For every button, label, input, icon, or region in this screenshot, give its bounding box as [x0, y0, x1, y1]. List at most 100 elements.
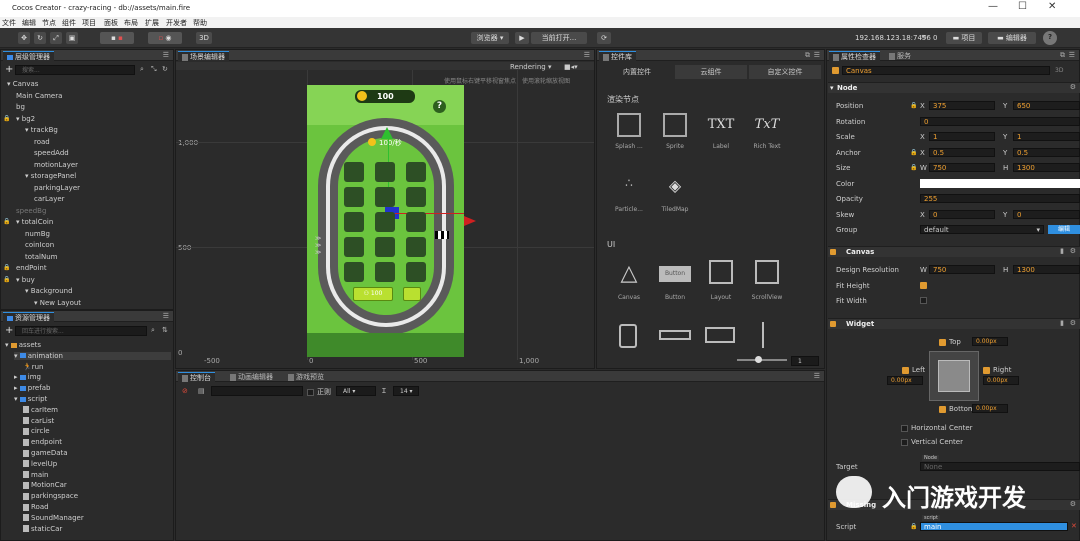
widget-enable-checkbox[interactable] [830, 321, 836, 327]
remove-script-icon[interactable]: ✕ [1071, 522, 1077, 530]
color-swatch[interactable] [920, 179, 1080, 188]
editor-button[interactable]: ▬ 编辑器 [988, 32, 1036, 44]
rotation-input[interactable]: 0 [920, 117, 1080, 126]
hierarchy-node[interactable]: ▾ storagePanel [25, 172, 76, 180]
widget-section-header[interactable]: Widget ▮ ⚙ [828, 318, 1080, 329]
asset-item[interactable]: carItem [23, 406, 58, 414]
top-checkbox[interactable] [939, 338, 946, 346]
design-h-input[interactable]: 1300 [1013, 265, 1080, 274]
garage-button[interactable] [403, 287, 421, 301]
scale-tool-icon[interactable]: ⤢ [50, 32, 62, 44]
pivot-toggle-icon[interactable]: ▪ ▪ [100, 32, 134, 44]
fit-height-checkbox[interactable] [920, 282, 927, 289]
lock-icon[interactable]: 🔒 [910, 523, 917, 530]
bottom-input[interactable]: 0.00px [972, 404, 1008, 413]
asset-item[interactable]: ▸ prefab [14, 384, 50, 392]
hierarchy-search-input[interactable]: 搜索... [15, 65, 135, 75]
tab-builtin[interactable]: 内置控件 [603, 65, 671, 79]
search-icon[interactable]: ⌕ [140, 65, 144, 74]
parking-slot[interactable] [344, 262, 364, 282]
maximize-button[interactable]: ☐ [1018, 1, 1027, 12]
hierarchy-node[interactable]: ▾ trackBg [25, 126, 58, 134]
play-icon[interactable]: ▶ [515, 32, 529, 44]
panel-max-icon[interactable]: ⧉ [1060, 51, 1065, 60]
hierarchy-node[interactable]: 🔒 ▾ bg2 [3, 115, 35, 123]
zoom-input[interactable]: 1 [791, 356, 819, 366]
asset-item[interactable]: endpoint [23, 438, 62, 446]
fit-width-checkbox[interactable] [920, 297, 927, 304]
panel-menu-icon[interactable]: ☰ [584, 51, 590, 59]
zoom-slider[interactable] [737, 359, 787, 361]
script-input[interactable]: main [920, 522, 1068, 531]
panel-menu-icon[interactable]: ☰ [814, 51, 820, 59]
console-tab[interactable]: 控制台 [178, 372, 215, 382]
font-size-select[interactable]: 14 ▾ [393, 386, 419, 396]
asset-item[interactable]: gameData [23, 449, 68, 457]
help-button[interactable]: ? [1043, 31, 1057, 45]
size-h-input[interactable]: 1300 [1013, 163, 1080, 172]
mode-3d-button[interactable]: 3D [196, 32, 212, 44]
left-toggle[interactable]: Left [902, 366, 925, 374]
vcenter-checkbox[interactable] [901, 438, 908, 446]
parking-slot[interactable] [375, 212, 395, 232]
x-axis-arrow-icon[interactable] [464, 216, 476, 226]
bottom-checkbox[interactable] [939, 405, 946, 413]
menu-item-layout[interactable]: 布局 [124, 18, 138, 28]
refresh-icon[interactable]: ↻ [162, 65, 168, 73]
lock-icon[interactable]: 🔒 [910, 149, 917, 156]
hierarchy-node[interactable]: 🔒 endPoint [3, 264, 47, 272]
buy-button[interactable]: ⚇ 100 [353, 287, 393, 301]
menu-item-component[interactable]: 组件 [62, 18, 76, 28]
panel-menu-icon[interactable]: ☰ [163, 51, 169, 59]
gear-icon[interactable]: ⚙ [1070, 319, 1076, 327]
group-select[interactable]: default ▾ [920, 225, 1044, 234]
book-icon[interactable]: ▮ [1060, 319, 1064, 327]
hierarchy-node[interactable]: 🔒 ▾ buy [3, 276, 35, 284]
position-y-input[interactable]: 650 [1013, 101, 1080, 110]
menu-item-help[interactable]: 帮助 [193, 18, 207, 28]
menu-item-panel[interactable]: 面板 [104, 18, 118, 28]
add-asset-icon[interactable]: + [5, 325, 13, 336]
hierarchy-node[interactable]: road [34, 138, 50, 146]
hierarchy-node[interactable]: bg [16, 103, 25, 111]
parking-slot[interactable] [406, 237, 426, 257]
asset-item[interactable]: levelUp [23, 460, 57, 468]
clear-console-icon[interactable]: ⊘ [182, 387, 188, 395]
anchor-y-input[interactable]: 0.5 [1013, 148, 1080, 157]
asset-item[interactable]: ▾ assets [5, 341, 41, 349]
canvas-section-header[interactable]: Canvas ▮ ⚙ [828, 246, 1080, 257]
lib-item-label[interactable]: TXT Label [699, 113, 743, 150]
menu-item-node[interactable]: 节点 [42, 18, 56, 28]
asset-item[interactable]: MotionCar [23, 481, 67, 489]
log-level-select[interactable]: All ▾ [336, 386, 376, 396]
scale-x-input[interactable]: 1 [929, 132, 995, 141]
hierarchy-tab[interactable]: 层级管理器 [3, 51, 54, 61]
hierarchy-node[interactable]: motionLayer [34, 161, 78, 169]
panel-menu-icon[interactable]: ☰ [814, 372, 820, 380]
anchor-x-input[interactable]: 0.5 [929, 148, 995, 157]
asset-item[interactable]: 🏃run [23, 363, 43, 371]
lib-item-splash[interactable]: Splash ... [607, 113, 651, 150]
tab-cloud[interactable]: 云组件 [675, 65, 747, 79]
size-w-input[interactable]: 750 [929, 163, 995, 172]
asset-item[interactable]: staticCar [23, 525, 62, 533]
lib-item-scrollview[interactable]: ScrollView [745, 260, 789, 301]
skew-y-input[interactable]: 0 [1013, 210, 1080, 219]
target-input[interactable]: None [920, 462, 1080, 471]
node-name-input[interactable]: Canvas [842, 66, 1050, 75]
regex-toggle[interactable]: 正则 [307, 387, 331, 397]
menu-item-extension[interactable]: 扩展 [145, 18, 159, 28]
editbox-icon[interactable] [705, 327, 735, 343]
hierarchy-node[interactable]: Main Camera [16, 92, 62, 100]
coord-toggle-icon[interactable]: ▫ ◉ [148, 32, 182, 44]
pageview-icon[interactable] [619, 324, 637, 348]
scene-select[interactable]: 当前打开... [531, 32, 587, 44]
assets-search-input[interactable]: 回车进行搜索... [15, 326, 147, 336]
asset-item[interactable]: circle [23, 427, 50, 435]
menu-item-project[interactable]: 项目 [82, 18, 96, 28]
minimize-button[interactable]: — [988, 1, 998, 12]
animation-editor-tab[interactable]: 动画编辑器 [226, 372, 277, 382]
open-log-icon[interactable]: ▤ [198, 387, 205, 395]
asset-item[interactable]: main [23, 471, 49, 479]
parking-slot[interactable] [344, 212, 364, 232]
